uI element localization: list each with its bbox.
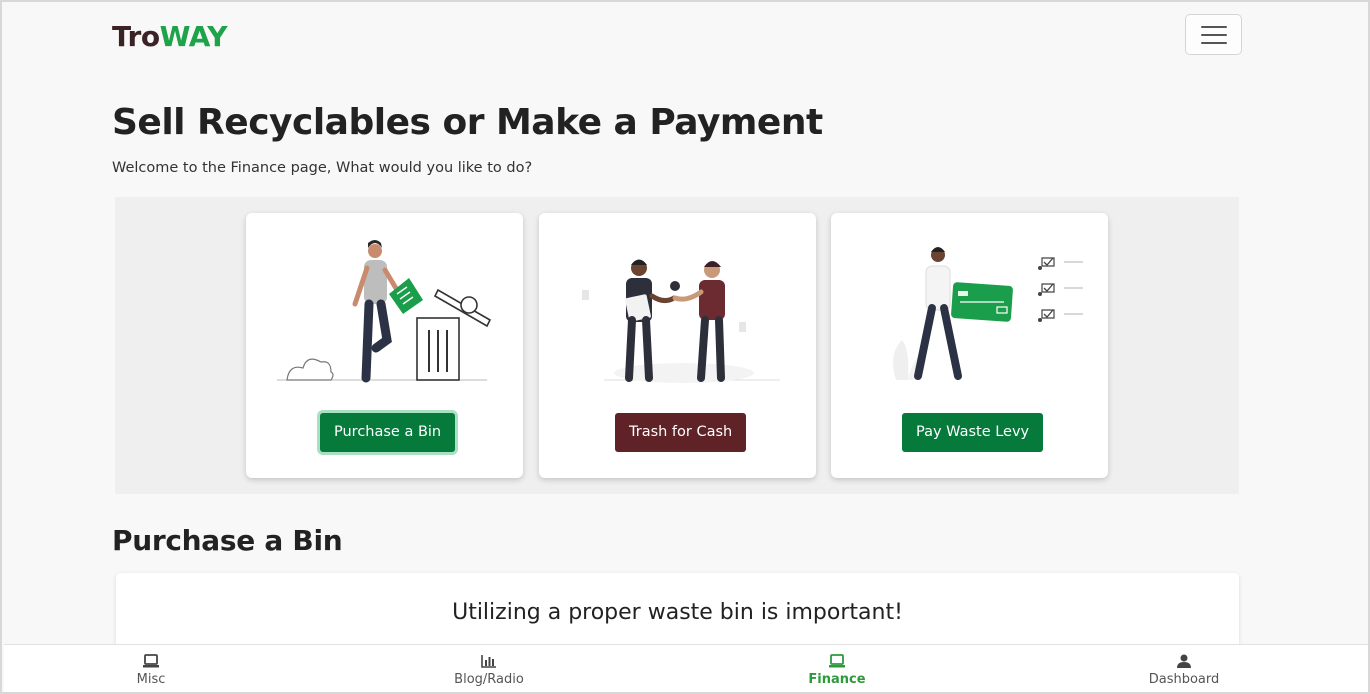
purchase-bin-card: Purchase a Bin xyxy=(246,213,523,478)
bar-chart-icon xyxy=(481,654,497,673)
nav-label-misc: Misc xyxy=(136,672,166,687)
info-card-heading: Utilizing a proper waste bin is importan… xyxy=(452,600,903,625)
nav-label-finance: Finance xyxy=(808,672,866,687)
brand-part-1: Tro xyxy=(112,20,160,53)
laptop-icon xyxy=(143,654,159,673)
nav-item-finance[interactable]: Finance xyxy=(737,645,937,692)
purchase-bin-info-card: Utilizing a proper waste bin is importan… xyxy=(116,573,1239,653)
pay-waste-levy-card: Pay Waste Levy xyxy=(831,213,1108,478)
hamburger-icon-line xyxy=(1200,25,1227,28)
trash-for-cash-card: Trash for Cash xyxy=(539,213,816,478)
section-title: Purchase a Bin xyxy=(112,524,343,557)
hamburger-icon-line xyxy=(1200,33,1227,36)
page-title: Sell Recyclables or Make a Payment xyxy=(112,102,823,143)
trash-for-cash-button[interactable]: Trash for Cash xyxy=(615,413,747,452)
page-subtitle: Welcome to the Finance page, What would … xyxy=(112,160,533,176)
nav-label-dashboard: Dashboard xyxy=(1148,672,1220,687)
nav-item-blog-radio[interactable]: Blog/Radio xyxy=(389,645,589,692)
brand-logo[interactable]: TroWAY xyxy=(112,20,227,53)
credit-card-checklist-illustration xyxy=(893,247,1083,380)
bottom-navigation: Misc Blog/Radio Finance Dashboard xyxy=(4,644,1368,692)
purchase-bin-button[interactable]: Purchase a Bin xyxy=(320,413,456,452)
hamburger-icon-line xyxy=(1200,41,1227,44)
person-trash-bin-illustration xyxy=(277,240,492,383)
laptop-icon xyxy=(829,654,845,673)
top-navbar: TroWAY xyxy=(112,14,1242,56)
app-frame: TroWAY Sell Recyclables or Make a Paymen… xyxy=(0,0,1370,694)
nav-item-dashboard[interactable]: Dashboard xyxy=(1084,645,1284,692)
pay-waste-levy-button[interactable]: Pay Waste Levy xyxy=(902,413,1044,452)
user-icon xyxy=(1177,654,1191,673)
nav-item-misc[interactable]: Misc xyxy=(51,645,251,692)
brand-part-2: WAY xyxy=(159,20,228,53)
nav-label-blog-radio: Blog/Radio xyxy=(454,672,524,687)
handshake-illustration xyxy=(582,259,780,383)
menu-toggle-button[interactable] xyxy=(1185,14,1242,55)
